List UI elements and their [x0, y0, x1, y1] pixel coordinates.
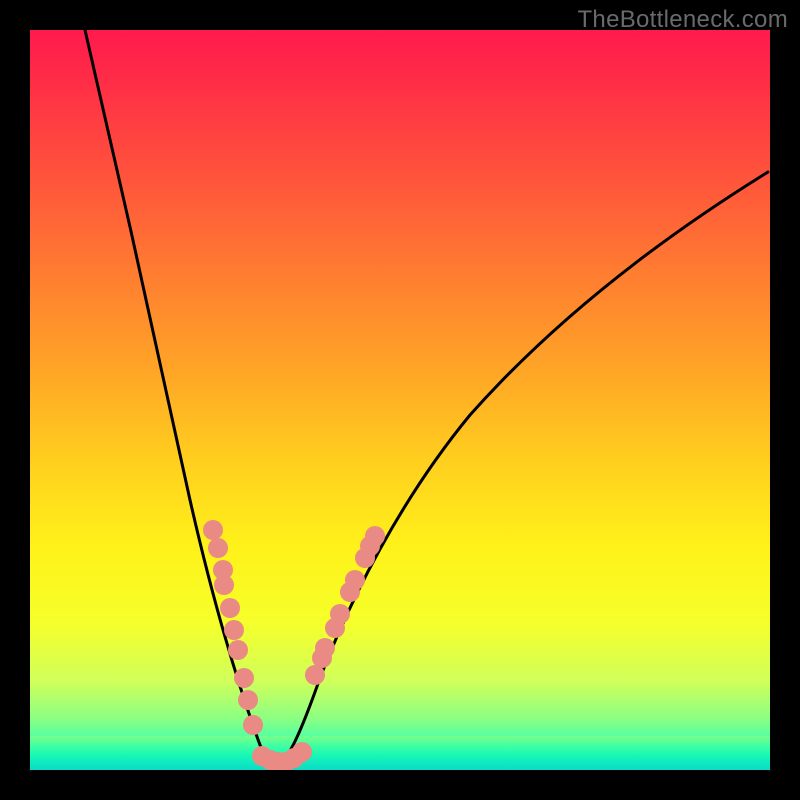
chart-frame: TheBottleneck.com: [0, 0, 800, 800]
highlight-dots-left: [203, 520, 263, 735]
right-curve: [276, 172, 768, 768]
curves-svg: [30, 30, 770, 770]
plot-area: [30, 30, 770, 770]
highlight-dots-right: [305, 526, 385, 685]
left-curve: [85, 30, 276, 768]
highlight-dots-bottom: [252, 742, 312, 770]
